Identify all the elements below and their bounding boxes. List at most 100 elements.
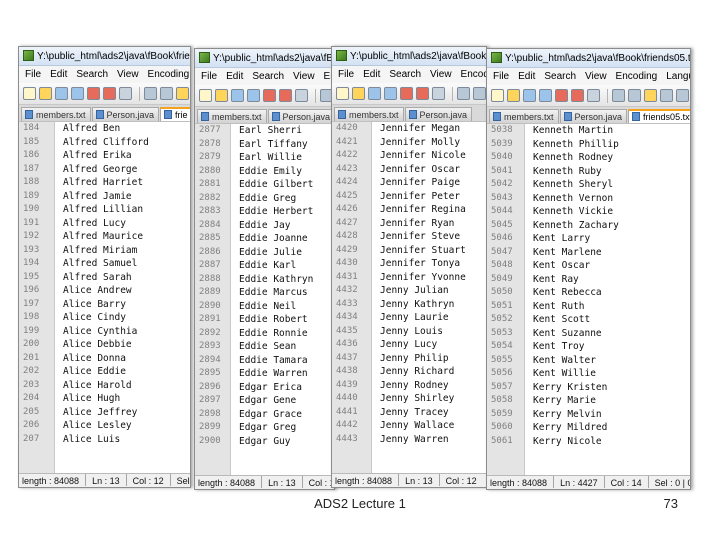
menu-view[interactable]: View — [117, 69, 139, 80]
editor-window-1[interactable]: Y:\public_html\ads2\java\fBook\friends F… — [18, 46, 191, 488]
editor-line[interactable]: 4425 Jennifer Peter — [332, 190, 486, 204]
editor-line[interactable]: 2900 Edgar Guy — [195, 435, 334, 449]
menu-edit[interactable]: Edit — [518, 71, 535, 82]
new-file-icon[interactable] — [23, 87, 36, 100]
editor-line[interactable]: 5053 Kent Suzanne — [487, 327, 690, 341]
open-folder-icon[interactable] — [507, 89, 520, 102]
editor-line[interactable]: 192 Alfred Maurice — [19, 230, 190, 244]
editor-line[interactable]: 4443 Jenny Warren — [332, 433, 486, 447]
save-all-icon[interactable] — [384, 87, 397, 100]
editor-line[interactable]: 5059 Kerry Melvin — [487, 408, 690, 422]
file-tab[interactable]: members.txt — [197, 109, 267, 123]
file-tab[interactable]: frie — [160, 107, 190, 121]
save-all-icon[interactable] — [71, 87, 84, 100]
editor-line[interactable]: 5055 Kent Walter — [487, 354, 690, 368]
copy-icon[interactable] — [473, 87, 486, 100]
editor-line[interactable]: 4426 Jennifer Regina — [332, 203, 486, 217]
text-editor[interactable]: 5038 Kenneth Martin 5039 Kenneth Phillip 504… — [487, 123, 690, 475]
editor-line[interactable]: 201 Alice Donna — [19, 352, 190, 366]
print-icon[interactable] — [587, 89, 600, 102]
close-icon[interactable] — [555, 89, 568, 102]
editor-line[interactable]: 4434 Jenny Laurie — [332, 311, 486, 325]
file-tab[interactable]: members.txt — [334, 107, 404, 121]
editor-line[interactable]: 4432 Jenny Julian — [332, 284, 486, 298]
menu-view[interactable]: View — [585, 71, 607, 82]
copy-icon[interactable] — [628, 89, 641, 102]
editor-line[interactable]: 2878 Earl Tiffany — [195, 138, 334, 152]
text-editor[interactable]: 2877 Earl Sherri 2878 Earl Tiffany 2879 Earl … — [195, 123, 334, 475]
editor-line[interactable]: 2881 Eddie Gilbert — [195, 178, 334, 192]
close-icon[interactable] — [400, 87, 413, 100]
close-all-icon[interactable] — [279, 89, 292, 102]
editor-line[interactable]: 2887 Eddie Karl — [195, 259, 334, 273]
file-tab[interactable]: members.txt — [21, 107, 91, 121]
editor-line[interactable]: 5042 Kenneth Sheryl — [487, 178, 690, 192]
editor-window-3[interactable]: Y:\public_html\ads2\java\fBook\ File Edit… — [331, 46, 487, 488]
text-editor[interactable]: 4420 Jennifer Megan 4421 Jennifer Molly 4422… — [332, 121, 486, 473]
menu-edit[interactable]: Edit — [226, 71, 243, 82]
editor-line[interactable]: 4424 Jennifer Paige — [332, 176, 486, 190]
editor-line[interactable]: 4427 Jennifer Ryan — [332, 217, 486, 231]
editor-line[interactable]: 4431 Jennifer Yvonne — [332, 271, 486, 285]
editor-line[interactable]: 2898 Edgar Grace — [195, 408, 334, 422]
redo-icon[interactable] — [676, 89, 689, 102]
editor-line[interactable]: 204 Alice Hugh — [19, 392, 190, 406]
editor-line[interactable]: 2894 Eddie Tamara — [195, 354, 334, 368]
editor-line[interactable]: 4441 Jenny Tracey — [332, 406, 486, 420]
new-file-icon[interactable] — [199, 89, 212, 102]
editor-line[interactable]: 2885 Eddie Joanne — [195, 232, 334, 246]
editor-line[interactable]: 205 Alice Jeffrey — [19, 406, 190, 420]
menu-search[interactable]: Search — [76, 69, 108, 80]
save-icon[interactable] — [523, 89, 536, 102]
close-all-icon[interactable] — [416, 87, 429, 100]
menu-encodi[interactable]: Encodi — [461, 69, 486, 80]
editor-line[interactable]: 5054 Kent Troy — [487, 340, 690, 354]
close-all-icon[interactable] — [571, 89, 584, 102]
editor-window-4[interactable]: Y:\public_html\ads2\java\fBook\friends05… — [486, 48, 691, 490]
save-icon[interactable] — [231, 89, 244, 102]
title-bar[interactable]: Y:\public_html\ads2\java\fBook\friends — [19, 47, 190, 66]
editor-line[interactable]: 5039 Kenneth Phillip — [487, 138, 690, 152]
editor-line[interactable]: 191 Alfred Lucy — [19, 217, 190, 231]
editor-line[interactable]: 4421 Jennifer Molly — [332, 136, 486, 150]
title-bar[interactable]: Y:\public_html\ads2\java\fBook\friends — [195, 49, 334, 68]
editor-line[interactable]: 197 Alice Barry — [19, 298, 190, 312]
editor-line[interactable]: 194 Alfred Samuel — [19, 257, 190, 271]
menu-search[interactable]: Search — [252, 71, 284, 82]
title-bar[interactable]: Y:\public_html\ads2\java\fBook\ — [332, 47, 486, 66]
editor-line[interactable]: 5061 Kerry Nicole — [487, 435, 690, 449]
editor-line[interactable]: 4438 Jenny Richard — [332, 365, 486, 379]
save-all-icon[interactable] — [539, 89, 552, 102]
editor-line[interactable]: 5041 Kenneth Ruby — [487, 165, 690, 179]
cut-icon[interactable] — [612, 89, 625, 102]
save-icon[interactable] — [55, 87, 68, 100]
editor-line[interactable]: 5038 Kenneth Martin — [487, 124, 690, 138]
menu-file[interactable]: File — [493, 71, 509, 82]
editor-line[interactable]: 200 Alice Debbie — [19, 338, 190, 352]
editor-line[interactable]: 196 Alice Andrew — [19, 284, 190, 298]
editor-line[interactable]: 2892 Eddie Ronnie — [195, 327, 334, 341]
editor-line[interactable]: 5044 Kenneth Vickie — [487, 205, 690, 219]
editor-line[interactable]: 5057 Kerry Kristen — [487, 381, 690, 395]
editor-line[interactable]: 2877 Earl Sherri — [195, 124, 334, 138]
editor-line[interactable]: 2891 Eddie Robert — [195, 313, 334, 327]
editor-line[interactable]: 2895 Eddie Warren — [195, 367, 334, 381]
editor-line[interactable]: 4429 Jennifer Stuart — [332, 244, 486, 258]
editor-line[interactable]: 186 Alfred Erika — [19, 149, 190, 163]
editor-line[interactable]: 4435 Jenny Louis — [332, 325, 486, 339]
open-folder-icon[interactable] — [352, 87, 365, 100]
editor-line[interactable]: 185 Alfred Clifford — [19, 136, 190, 150]
print-icon[interactable] — [432, 87, 445, 100]
editor-line[interactable]: 4436 Jenny Lucy — [332, 338, 486, 352]
editor-line[interactable]: 2889 Eddie Marcus — [195, 286, 334, 300]
editor-line[interactable]: 203 Alice Harold — [19, 379, 190, 393]
editor-line[interactable]: 5058 Kerry Marie — [487, 394, 690, 408]
editor-line[interactable]: 5056 Kent Willie — [487, 367, 690, 381]
editor-line[interactable]: 2890 Eddie Neil — [195, 300, 334, 314]
editor-line[interactable]: 190 Alfred Lillian — [19, 203, 190, 217]
editor-line[interactable]: 5046 Kent Larry — [487, 232, 690, 246]
editor-line[interactable]: 2884 Eddie Jay — [195, 219, 334, 233]
cut-icon[interactable] — [144, 87, 157, 100]
menu-view[interactable]: View — [430, 69, 452, 80]
new-file-icon[interactable] — [491, 89, 504, 102]
